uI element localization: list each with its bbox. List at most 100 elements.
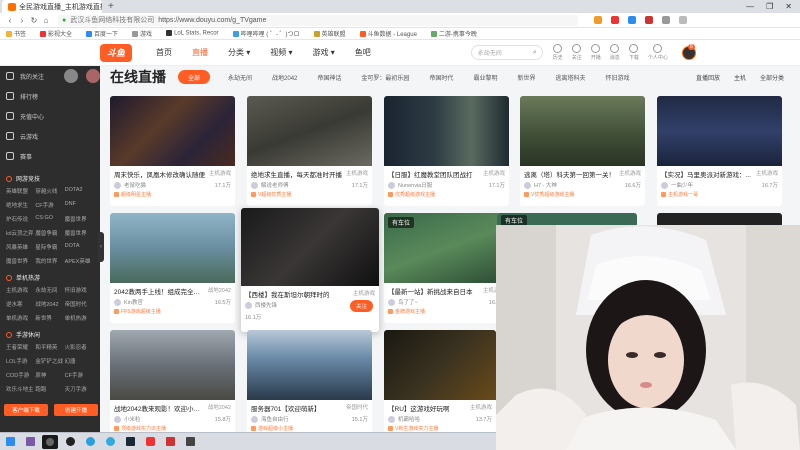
nav-category[interactable]: 分类 ▾ — [228, 47, 250, 58]
stream-preview[interactable] — [241, 208, 379, 286]
stream-thumbnail[interactable] — [520, 96, 645, 166]
sidebar-game-link[interactable]: 原神 — [35, 371, 64, 379]
sidebar-game-link[interactable]: 逆水寒 — [6, 300, 35, 308]
sidebar-game-link[interactable]: 和平精英 — [35, 343, 64, 351]
stream-card[interactable]: 【RU】这游戏好玩啊 主机游戏 机霸哈哈 13.7万 V新生游戏实力主播 — [384, 330, 496, 440]
stream-card[interactable]: 绝地求生直播，每天都准时开播 主机游戏 解说老师傅 17.1万 V超级优质主播 — [247, 96, 372, 206]
sidebar-game-link[interactable]: CF手游 — [65, 371, 94, 379]
sidebar-game-link[interactable]: 战地2042 — [35, 300, 64, 308]
sidebar-game-link[interactable]: LOL手游 — [6, 357, 35, 365]
console-filter[interactable]: 主机 — [734, 73, 746, 82]
nav-live[interactable]: 直播 — [192, 47, 208, 58]
stream-thumbnail[interactable] — [384, 96, 509, 166]
sidebar-game-link[interactable]: DOTA — [65, 243, 94, 251]
sidebar-game-link[interactable]: 魔兽争霸 — [35, 229, 64, 237]
category-tag[interactable]: 帝国时代 — [429, 73, 453, 82]
sidebar-game-link[interactable]: CF手游 — [35, 201, 64, 209]
category-tag[interactable]: 永劫无间 — [228, 73, 252, 82]
steam-icon[interactable] — [122, 435, 138, 449]
history-button[interactable]: 历史 — [553, 44, 563, 61]
sidebar-game-link[interactable]: 星际争霸 — [35, 243, 64, 251]
follow-button[interactable]: 关注 — [572, 44, 582, 61]
qq-icon[interactable] — [102, 435, 118, 449]
sidebar-game-link[interactable]: DNF — [65, 201, 94, 209]
stream-thumbnail[interactable] — [657, 96, 782, 166]
stream-thumbnail[interactable] — [247, 330, 372, 400]
stream-card[interactable]: 战地2042教来观影！欢迎小伙伴... 战地2042 小米粒 15.8万 顶级游戏实… — [110, 330, 235, 440]
sidebar-game-link[interactable]: 欢乐斗地主 — [6, 385, 35, 393]
stream-card[interactable]: 服务器701【欢迎萌新】 帝国时代 海鱼自由行 15.1万 游戏超级小主播 — [247, 330, 372, 440]
steam-icon[interactable] — [62, 435, 78, 449]
download-button[interactable]: 下载 — [629, 44, 639, 61]
sidebar-game-link[interactable]: 怀旧游戏 — [65, 286, 94, 294]
stream-thumbnail[interactable] — [247, 96, 372, 166]
sidebar-game-link[interactable]: 单机热游 — [65, 314, 94, 322]
sidebar-game-link[interactable]: 火影忍者 — [65, 343, 94, 351]
sidebar-game-link[interactable]: 绝地求生 — [6, 201, 35, 209]
sidebar-game-link[interactable]: 幻唐 — [65, 357, 94, 365]
search-icon[interactable]: ⌕ — [533, 49, 537, 57]
sidebar-game-link[interactable]: 风暴英雄 — [6, 243, 35, 251]
douyu-logo[interactable]: 斗鱼 — [100, 43, 132, 62]
sidebar-game-link[interactable]: 英雄联盟 — [6, 187, 35, 195]
music-icon[interactable] — [142, 435, 158, 449]
all-filter-button[interactable]: 全部 — [178, 70, 211, 84]
stream-thumbnail[interactable]: 有车位 — [384, 213, 509, 283]
broadcast-button[interactable]: 开播 — [591, 44, 601, 61]
all-categories-link[interactable]: 全部分类 — [760, 73, 784, 82]
sidebar-game-link[interactable]: 我的世界 — [35, 257, 64, 265]
message-button[interactable]: 消息 — [610, 44, 620, 61]
sidebar-game-link[interactable]: 穿越火线 — [35, 187, 64, 195]
replay-filter[interactable]: 直播回放 — [696, 73, 720, 82]
bookmark-item[interactable]: 影视大全 — [40, 29, 72, 38]
sidebar-item-recharge[interactable]: 充值中心 — [0, 106, 100, 126]
sidebar-game-link[interactable]: 永劫无间 — [35, 286, 64, 294]
sidebar-game-link[interactable]: 跑跑 — [35, 385, 64, 393]
category-tag[interactable]: 金可罗：最初乐园 — [361, 73, 409, 82]
bookmark-item[interactable]: 斗鱼数据 - League — [359, 29, 417, 38]
bookmark-item[interactable]: LoL Stats, Recor — [166, 30, 219, 37]
back-icon[interactable]: ‹ — [4, 16, 16, 25]
stream-thumbnail[interactable] — [110, 96, 235, 166]
nav-home[interactable]: 首页 — [156, 47, 172, 58]
sidebar-game-link[interactable]: lol云顶之弈 — [6, 229, 35, 237]
stream-card[interactable]: 逃离（塔）科夫第一回第一关！ 主机游戏 H7 - 大神 16.6万 V优秀超级游戏主… — [520, 96, 645, 206]
sidebar-game-link[interactable]: 魔兽世界 — [6, 257, 35, 265]
sidebar-game-link[interactable]: 王者荣耀 — [6, 343, 35, 351]
sidebar-item-rank[interactable]: 排行榜 — [0, 86, 100, 106]
extension-icon[interactable] — [628, 16, 636, 24]
bookmark-item[interactable]: 书签 — [6, 29, 26, 38]
stream-card[interactable]: 有车位 【最新一站】新挑战来自日本主机游戏 鸟了了~16.3万 金牌游戏主播 — [384, 213, 509, 323]
stream-card[interactable]: 周末快乐，凤凰木修改确认随便 主机游戏 老鼠吃猫 17.1万 超级明星主播 — [110, 96, 235, 206]
sidebar-game-link[interactable]: 天刀手游 — [65, 385, 94, 393]
minimize-button[interactable]: — — [746, 2, 754, 11]
follow-button[interactable]: 关注 — [349, 300, 373, 312]
url-input[interactable]: ● 武汉斗鱼网络科技有限公司 https://www.douyu.com/g_T… — [58, 14, 578, 26]
close-window-button[interactable]: ✕ — [785, 2, 792, 11]
stream-card[interactable]: 【实况】马里奥派对新游戏：... 主机游戏 一曲少年 16.7万 主机游戏一哥 — [657, 96, 782, 206]
stream-card-hover[interactable]: 【西楼】我在斯坦尔朝拜时的 主机游戏 西楼先锋 16.1万 关注 — [241, 208, 379, 332]
stream-card[interactable]: 2042教两手上线！组成完全体！ 战地2042 Kin教官 16.5万 FPS游戏超… — [110, 213, 235, 323]
sidebar-game-link[interactable]: 主机游戏 — [6, 286, 35, 294]
category-tag[interactable]: 怀旧游戏 — [605, 73, 629, 82]
extension-icon[interactable] — [645, 16, 653, 24]
nav-video[interactable]: 视频 ▾ — [270, 47, 292, 58]
menu-icon[interactable] — [679, 16, 687, 24]
sidebar-game-link[interactable]: DOTA2 — [65, 187, 94, 195]
sidebar-game-link[interactable]: 单机游戏 — [6, 314, 35, 322]
sidebar-item-cloud-game[interactable]: 云游戏 — [0, 126, 100, 146]
download-icon[interactable] — [662, 16, 670, 24]
sidebar-game-link[interactable]: 魔兽世界 — [65, 229, 94, 237]
start-broadcast-button[interactable]: 创建开播 — [54, 404, 98, 416]
nav-games[interactable]: 游戏 ▾ — [313, 47, 335, 58]
game-icon[interactable] — [182, 435, 198, 449]
bookmark-item[interactable]: 英雄联盟 — [313, 29, 346, 38]
sidebar-game-link[interactable]: 魔兽世界 — [65, 215, 94, 223]
sidebar-game-link[interactable]: 金铲铲之战 — [35, 357, 64, 365]
stream-card[interactable]: 【日服】红魔教堂团队团战打 主机游戏 Nunenvia日服 17.1万 优秀超级游戏… — [384, 96, 509, 206]
sidebar-game-link[interactable]: APEX英雄 — [65, 257, 94, 265]
category-tag[interactable]: 霸业黎明 — [473, 73, 497, 82]
obs-icon[interactable] — [42, 434, 58, 449]
app-icon[interactable] — [22, 435, 38, 449]
edge-icon[interactable] — [82, 435, 98, 449]
